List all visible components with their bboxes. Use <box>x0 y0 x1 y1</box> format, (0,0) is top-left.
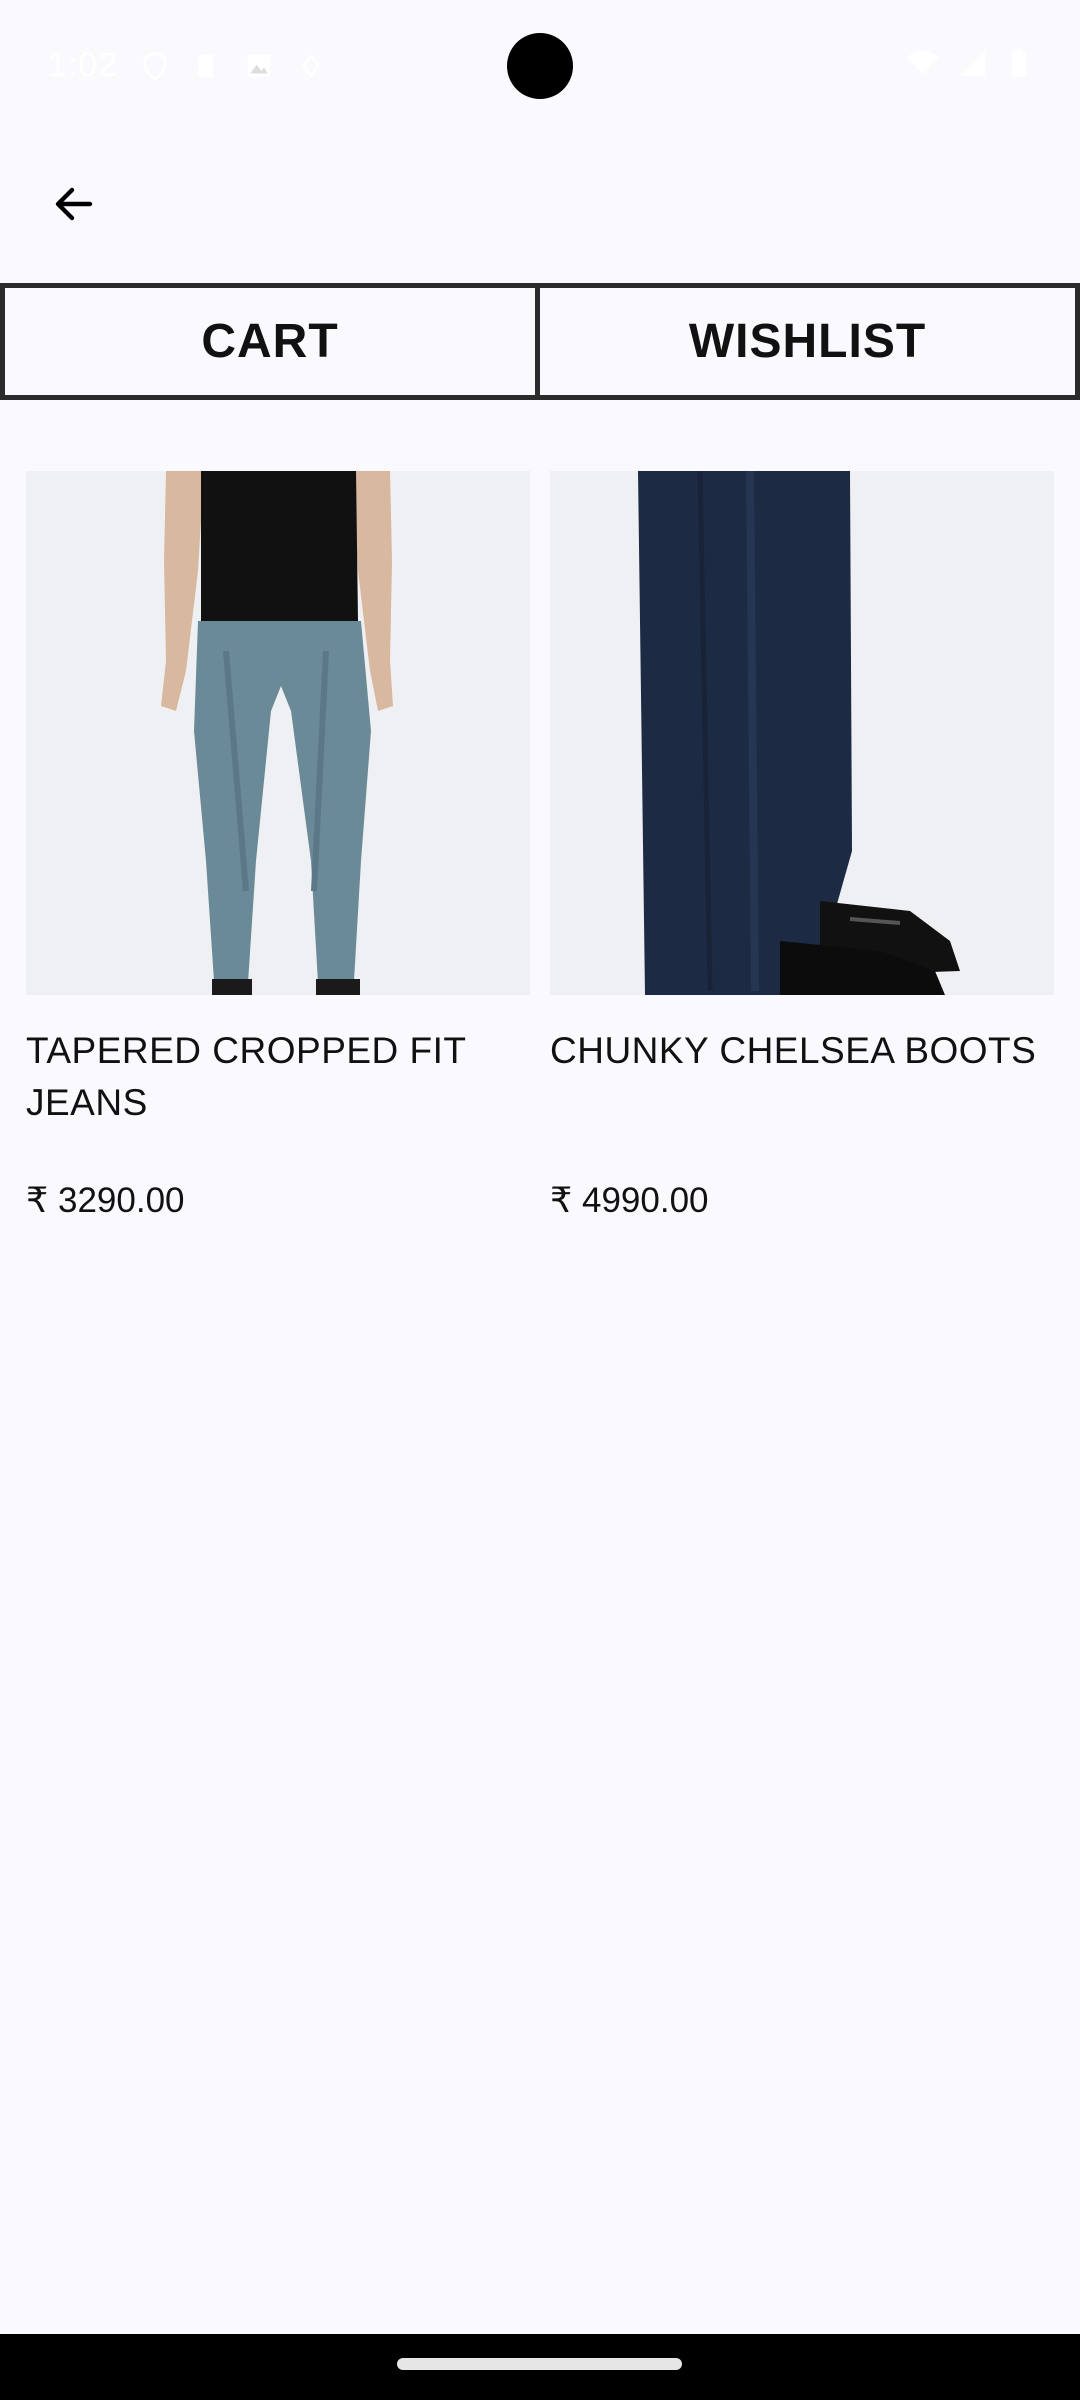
product-card[interactable]: TAPERED CROPPED FIT JEANS ₹ 3290.00 <box>26 471 530 1221</box>
signal-icon <box>954 46 988 85</box>
home-gesture-handle[interactable] <box>397 2358 682 2370</box>
battery-icon <box>1002 46 1036 85</box>
tab-wishlist[interactable]: WISHLIST <box>540 283 1080 400</box>
product-card[interactable]: CHUNKY CHELSEA BOOTS ₹ 4990.00 <box>550 471 1054 1221</box>
tab-cart[interactable]: CART <box>0 283 540 400</box>
product-title: TAPERED CROPPED FIT JEANS <box>26 1030 466 1123</box>
arrow-left-icon <box>55 187 93 221</box>
shield-icon <box>140 51 170 81</box>
tab-bar: CART WISHLIST <box>0 283 1080 400</box>
navigation-bar <box>0 2334 1080 2400</box>
status-right <box>906 46 1036 85</box>
product-price: ₹ 3290.00 <box>26 1181 185 1220</box>
wishlist-screen: 1:02 CART WISHLIST TAPERED CROPPED FIT J… <box>0 0 1080 2400</box>
image-icon <box>244 51 274 81</box>
product-title: CHUNKY CHELSEA BOOTS <box>550 1030 1037 1071</box>
status-left: 1:02 <box>48 46 326 85</box>
wifi-icon <box>906 46 940 85</box>
back-button[interactable] <box>38 168 110 240</box>
product-price: ₹ 4990.00 <box>550 1181 709 1220</box>
product-grid: TAPERED CROPPED FIT JEANS ₹ 3290.00 CHUN… <box>26 471 1054 1221</box>
product-image-jeans[interactable] <box>26 471 530 995</box>
product-image-boots[interactable] <box>550 471 1054 995</box>
status-bar: 1:02 <box>0 0 1080 130</box>
camera-cutout <box>507 33 573 99</box>
vpn-icon <box>296 51 326 81</box>
status-time: 1:02 <box>48 46 119 84</box>
sd-card-icon <box>192 51 222 81</box>
